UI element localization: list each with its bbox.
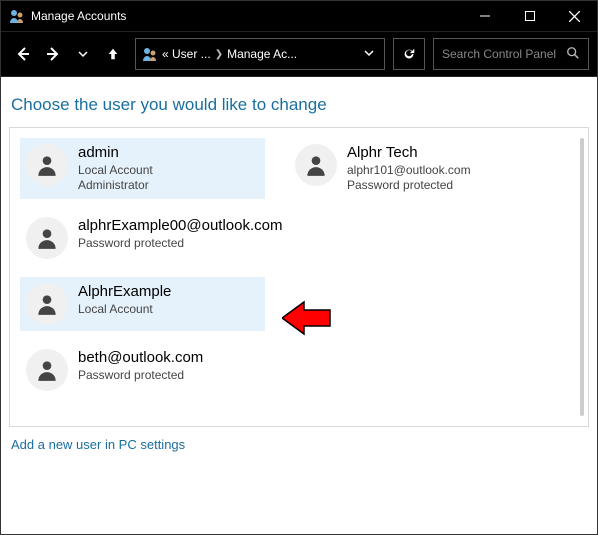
scrollbar[interactable] (580, 138, 584, 416)
chevron-right-icon: ❯ (215, 49, 223, 60)
account-text: beth@outlook.com Password protected (78, 349, 203, 383)
avatar-icon (26, 349, 68, 391)
address-bar[interactable]: « User ... ❯ Manage Ac... (135, 38, 385, 70)
add-new-user-link[interactable]: Add a new user in PC settings (11, 437, 185, 452)
account-text: AlphrExample Local Account (78, 283, 171, 317)
search-placeholder: Search Control Panel (442, 47, 556, 61)
account-name: beth@outlook.com (78, 349, 203, 368)
avatar-icon (295, 144, 337, 186)
account-line2: Administrator (78, 178, 153, 193)
account-name: alphrExample00@outlook.com (78, 217, 283, 236)
account-line1: Password protected (78, 368, 203, 383)
avatar-icon (26, 144, 68, 186)
account-name: admin (78, 144, 153, 163)
account-line1: Local Account (78, 302, 171, 317)
page-heading: Choose the user you would like to change (11, 95, 591, 115)
spacer (289, 277, 534, 331)
content-area: Choose the user you would like to change… (1, 77, 597, 534)
account-line1: alphr101@outlook.com (347, 163, 471, 178)
account-list: admin Local Account Administrator Alphr … (9, 127, 589, 427)
window-controls (462, 1, 597, 31)
avatar-icon (26, 217, 68, 259)
account-line1: Password protected (78, 236, 283, 251)
account-text: admin Local Account Administrator (78, 144, 153, 193)
users-icon (9, 8, 25, 24)
search-icon (566, 46, 580, 63)
title-bar: Manage Accounts (1, 1, 597, 31)
users-icon (142, 46, 158, 62)
avatar-icon (26, 283, 68, 325)
account-item[interactable]: Alphr Tech alphr101@outlook.com Password… (289, 138, 534, 199)
account-item[interactable]: beth@outlook.com Password protected (20, 343, 520, 397)
up-button[interactable] (99, 40, 127, 68)
account-text: alphrExample00@outlook.com Password prot… (78, 217, 283, 251)
breadcrumb-part-2[interactable]: Manage Ac... (227, 47, 297, 61)
account-item[interactable]: admin Local Account Administrator (20, 138, 265, 199)
forward-button[interactable] (39, 40, 67, 68)
close-button[interactable] (552, 1, 597, 31)
account-item[interactable]: AlphrExample Local Account (20, 277, 265, 331)
account-line1: Local Account (78, 163, 153, 178)
search-input[interactable]: Search Control Panel (433, 38, 589, 70)
breadcrumb-part-1[interactable]: « User ... (162, 47, 211, 61)
account-item[interactable]: alphrExample00@outlook.com Password prot… (20, 211, 520, 265)
account-text: Alphr Tech alphr101@outlook.com Password… (347, 144, 471, 193)
account-line2: Password protected (347, 178, 471, 193)
maximize-button[interactable] (507, 1, 552, 31)
account-name: AlphrExample (78, 283, 171, 302)
refresh-button[interactable] (393, 38, 425, 70)
back-button[interactable] (9, 40, 37, 68)
recent-dropdown[interactable] (69, 40, 97, 68)
account-name: Alphr Tech (347, 144, 471, 163)
minimize-button[interactable] (462, 1, 507, 31)
chevron-down-icon[interactable] (360, 47, 378, 61)
toolbar: « User ... ❯ Manage Ac... Search Control… (1, 31, 597, 77)
window-title: Manage Accounts (31, 9, 462, 23)
